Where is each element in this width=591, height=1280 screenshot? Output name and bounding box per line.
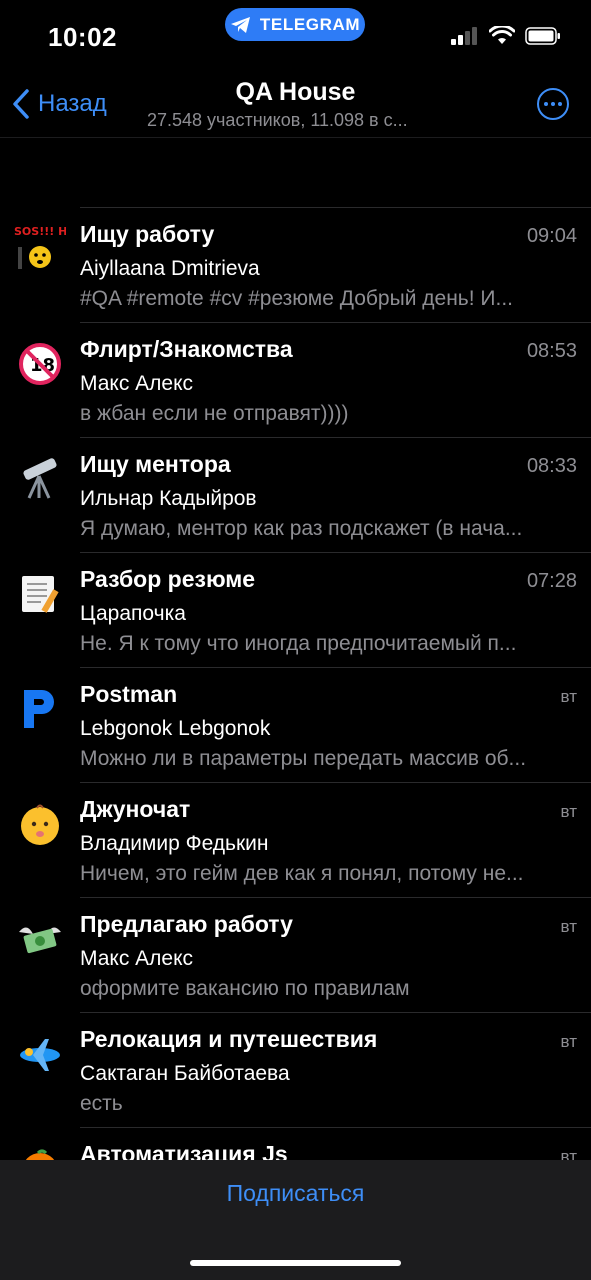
row-divider	[80, 1012, 591, 1013]
topic-preview: #QA #remote #cv #резюме Добрый день! И..…	[80, 287, 513, 310]
topic-sender: Сактаган Байботаева	[80, 1062, 290, 1085]
row-divider	[80, 322, 591, 323]
topic-row[interactable]: Релокация и путешествия вт Сактаган Байб…	[0, 1012, 591, 1127]
topic-time: 09:04	[526, 225, 577, 247]
topic-preview: Можно ли в параметры передать массив об.…	[80, 747, 527, 770]
topic-time: вт	[560, 802, 577, 821]
group-subtitle: 27.548 участников, 11.098 в с...	[147, 110, 408, 130]
telegram-pill[interactable]: TELEGRAM	[225, 8, 365, 41]
topic-preview: есть	[80, 1092, 123, 1115]
telescope-icon	[14, 453, 66, 505]
row-divider	[80, 667, 591, 668]
row-divider	[80, 207, 591, 208]
airplane-icon	[14, 1028, 66, 1080]
topic-title: Джуночат	[80, 796, 191, 822]
money-wings-icon	[14, 913, 66, 965]
row-divider	[80, 897, 591, 898]
topic-time: вт	[560, 1032, 577, 1051]
topic-title: Postman	[80, 681, 178, 707]
topic-list: SOS!!! H Ищу работу 09:04 Aiyllaana Dmit…	[0, 207, 591, 1242]
topic-row[interactable]: SOS!!! H Ищу работу 09:04 Aiyllaana Dmit…	[0, 207, 591, 322]
topic-time: 07:28	[526, 570, 577, 592]
topic-sender: Царапочка	[80, 602, 186, 625]
topic-time: вт	[560, 687, 577, 706]
topic-row[interactable]: Postman вт Lebgonok Lebgonok Можно ли в …	[0, 667, 591, 782]
topic-row[interactable]: Ищу ментора 08:33 Ильнар Кадыйров Я дума…	[0, 437, 591, 552]
wifi-icon	[489, 26, 515, 44]
topic-time: 08:33	[526, 455, 577, 477]
topic-time: вт	[560, 917, 577, 936]
subscribe-button[interactable]: Подписаться	[0, 1180, 591, 1207]
topic-row[interactable]: Джуночат вт Владимир Федькин Ничем, это …	[0, 782, 591, 897]
status-time: 10:02	[48, 22, 117, 52]
no-under-18-icon: 18	[14, 338, 66, 390]
topic-row[interactable]: Предлагаю работу вт Макс Алекс оформите …	[0, 897, 591, 1012]
topic-preview: в жбан если не отправят))))	[80, 402, 349, 425]
topic-sender: Макс Алекс	[80, 372, 194, 395]
battery-icon	[525, 26, 560, 45]
postman-p-icon	[14, 683, 66, 735]
telegram-plane-icon	[230, 16, 250, 33]
sos-emoji-icon: SOS!!! H	[14, 223, 66, 275]
status-icons	[451, 26, 561, 45]
topic-row[interactable]: 18 Флирт/Знакомства 08:53 Макс Алекс в ж…	[0, 322, 591, 437]
more-dot-icon	[544, 102, 548, 106]
topic-preview: Я думаю, ментор как раз подскажет (в нач…	[80, 517, 523, 540]
topic-sender: Владимир Федькин	[80, 832, 269, 855]
memo-icon	[14, 568, 66, 620]
row-divider	[80, 782, 591, 783]
more-dot-icon	[558, 102, 562, 106]
row-divider	[80, 1127, 591, 1128]
topic-title: Ищу ментора	[80, 451, 231, 477]
baby-icon	[14, 798, 66, 850]
telegram-pill-label: TELEGRAM	[259, 14, 361, 34]
topic-time: 08:53	[526, 340, 577, 362]
topic-title: Релокация и путешествия	[80, 1026, 378, 1052]
signal-icon	[451, 26, 477, 45]
topic-row[interactable]: Разбор резюме 07:28 Царапочка Не. Я к то…	[0, 552, 591, 667]
more-dot-icon	[551, 102, 555, 106]
topic-sender: Lebgonok Lebgonok	[80, 717, 271, 740]
bottom-bar: Подписаться	[0, 1160, 591, 1280]
home-indicator[interactable]	[190, 1260, 401, 1266]
row-divider	[80, 437, 591, 438]
svg-text:SOS!!! H: SOS!!! H	[14, 225, 66, 238]
topic-preview: Ничем, это гейм дев как я понял, потому …	[80, 862, 524, 885]
topic-title: Разбор резюме	[80, 566, 256, 592]
row-divider	[80, 552, 591, 553]
telegram-screen: 10:02 TELEGRAM Назад QA House 27.548 уча…	[0, 0, 591, 1280]
topic-sender: Макс Алекс	[80, 947, 194, 970]
topic-title: Предлагаю работу	[80, 911, 293, 937]
status-bar: 10:02 TELEGRAM	[0, 0, 591, 70]
topic-title: Ищу работу	[80, 221, 215, 247]
topic-preview: оформите вакансию по правилам	[80, 977, 410, 1000]
topic-title: Флирт/Знакомства	[80, 336, 293, 362]
topic-sender: Ильнар Кадыйров	[80, 487, 257, 510]
topic-sender: Aiyllaana Dmitrieva	[80, 257, 260, 280]
topic-preview: Не. Я к тому что иногда предпочитаемый п…	[80, 632, 517, 655]
group-title[interactable]: QA House	[0, 78, 591, 107]
nav-bar: Назад QA House 27.548 участников, 11.098…	[0, 70, 591, 138]
more-options-button[interactable]	[537, 88, 569, 120]
